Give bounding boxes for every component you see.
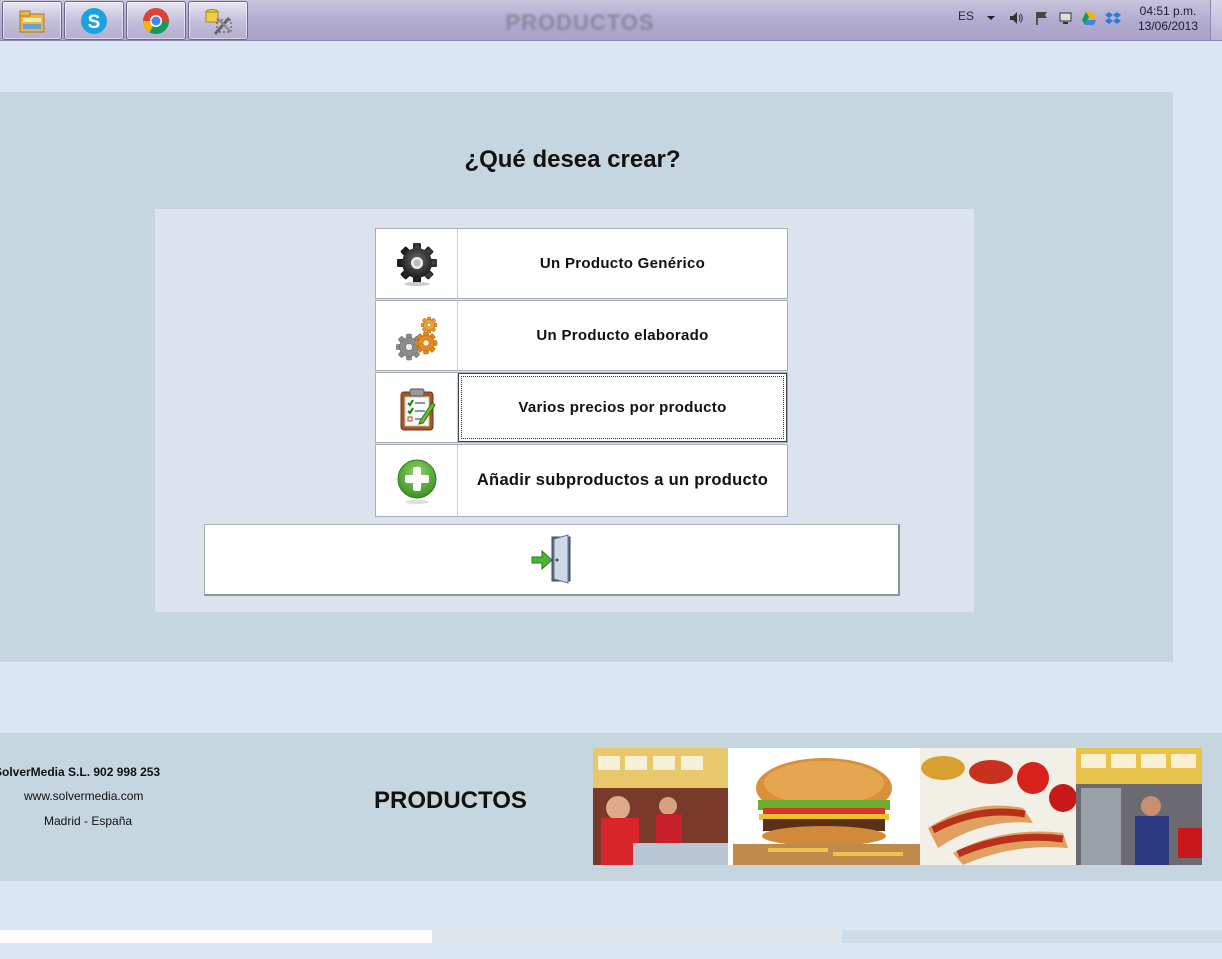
option-icon-cell bbox=[376, 229, 458, 298]
show-desktop-button[interactable] bbox=[1210, 0, 1222, 40]
option-varios-precios-button[interactable]: Varios precios por producto bbox=[375, 372, 788, 443]
window-title: PRODUCTOS bbox=[505, 10, 655, 35]
explorer-taskbar-button[interactable] bbox=[2, 1, 62, 40]
option-producto-elaborado-button[interactable]: Un Producto elaborado bbox=[375, 300, 788, 371]
status-strip bbox=[432, 930, 842, 943]
dialog-title: ¿Qué desea crear? bbox=[464, 146, 681, 173]
footer: SolverMedia S.L. 902 998 253 www.solverm… bbox=[0, 733, 1222, 881]
svg-text:S: S bbox=[88, 12, 101, 33]
system-clock[interactable]: 04:51 p.m. 13/06/2013 bbox=[1130, 4, 1206, 34]
plus-circle-icon bbox=[397, 459, 437, 504]
option-anadir-subproductos-button[interactable]: Añadir subproductos a un producto bbox=[375, 444, 788, 517]
skype-taskbar-button[interactable]: S bbox=[64, 1, 124, 40]
footer-location: Madrid - España bbox=[44, 814, 133, 828]
option-label: Un Producto elaborado bbox=[536, 327, 709, 344]
footer-website: www.solvermedia.com bbox=[24, 789, 144, 803]
exit-door-icon bbox=[531, 534, 571, 584]
chrome-icon bbox=[142, 8, 170, 35]
footer-title: PRODUCTOS bbox=[374, 787, 527, 814]
taskbar: S PRODUCTOS ES 04:51 p.m. 13/06/2013 bbox=[0, 0, 1222, 41]
language-indicator[interactable]: ES bbox=[958, 9, 974, 23]
option-producto-generico-button[interactable]: Un Producto Genérico bbox=[375, 228, 788, 299]
clipboard-checklist-icon bbox=[400, 388, 436, 431]
progress-strip bbox=[0, 930, 432, 943]
option-icon-cell bbox=[376, 301, 458, 370]
gears-icon bbox=[396, 316, 438, 361]
database-tools-taskbar-button[interactable] bbox=[188, 1, 248, 40]
footer-company: SolverMedia S.L. 902 998 253 bbox=[0, 765, 161, 779]
option-label: Varios precios por producto bbox=[518, 399, 727, 416]
chevron-down-icon[interactable] bbox=[986, 13, 996, 23]
volume-icon[interactable] bbox=[1008, 10, 1024, 26]
skype-icon: S bbox=[81, 8, 107, 34]
option-icon-cell bbox=[376, 445, 458, 516]
option-label: Un Producto Genérico bbox=[539, 255, 706, 272]
clock-time: 04:51 p.m. bbox=[1139, 4, 1197, 18]
status-strip-end bbox=[842, 930, 1222, 943]
option-label: Añadir subproductos a un producto bbox=[476, 471, 769, 489]
option-icon-cell bbox=[376, 373, 458, 442]
dropbox-icon[interactable] bbox=[1105, 10, 1121, 26]
google-drive-icon[interactable] bbox=[1081, 10, 1097, 26]
gear-icon bbox=[397, 243, 437, 286]
exit-button[interactable] bbox=[204, 524, 900, 596]
chrome-taskbar-button[interactable] bbox=[126, 1, 186, 40]
network-icon[interactable] bbox=[1058, 10, 1074, 26]
clock-date: 13/06/2013 bbox=[1137, 19, 1199, 33]
action-center-flag-icon[interactable] bbox=[1034, 10, 1050, 26]
food-banner-image bbox=[593, 748, 1202, 865]
database-tools-icon bbox=[205, 9, 232, 35]
folder-icon bbox=[19, 10, 45, 33]
